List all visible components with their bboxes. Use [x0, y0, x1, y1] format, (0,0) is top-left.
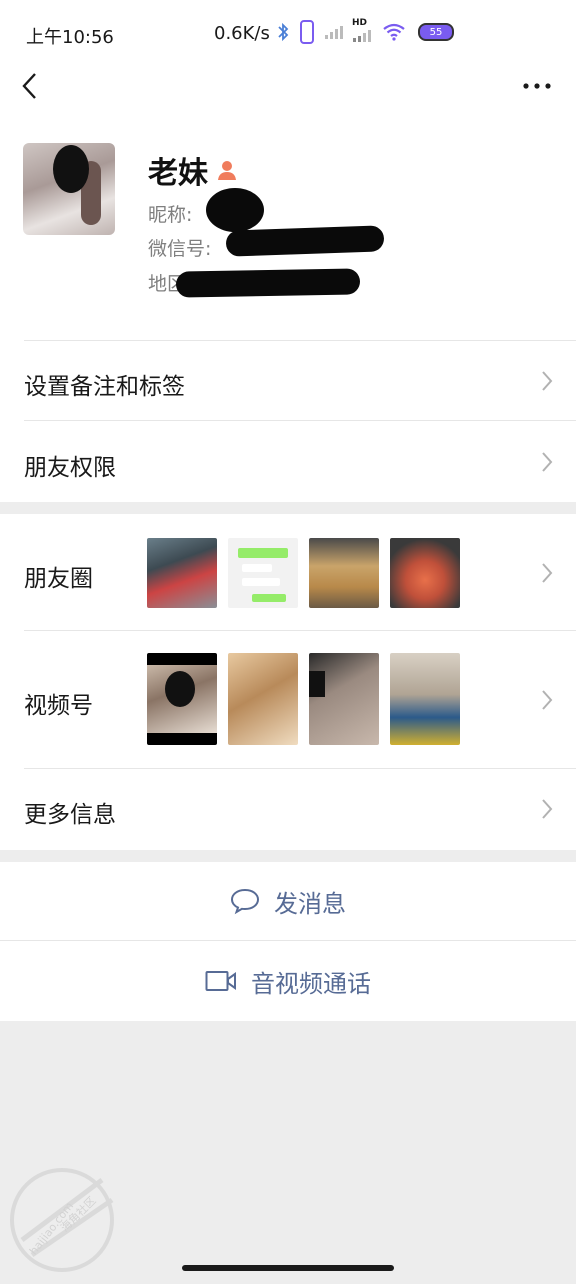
nav-bar [0, 64, 576, 108]
moment-photo [309, 538, 379, 608]
chat-bubble-icon [230, 888, 260, 915]
divider [24, 768, 576, 769]
hd-signal: HD [352, 18, 374, 42]
female-person-icon [218, 161, 236, 180]
video-call-button[interactable]: 音视频通话 [0, 940, 576, 1021]
send-message-button[interactable]: 发消息 [0, 862, 576, 940]
home-indicator[interactable] [182, 1265, 394, 1271]
channel-video-thumbnail [228, 653, 298, 745]
channels-thumbnails [147, 653, 460, 745]
video-camera-icon [205, 971, 236, 991]
divider [24, 340, 576, 341]
divider [24, 630, 576, 631]
divider [24, 420, 576, 421]
menu-item-remark-tags[interactable]: 设置备注和标签 [0, 340, 576, 420]
battery-indicator: 55 [418, 23, 454, 41]
moments-thumbnails [147, 538, 460, 608]
menu-label: 朋友圈 [24, 566, 93, 592]
menu-label: 设置备注和标签 [24, 374, 185, 400]
wechat-id-label: 微信号: [148, 238, 212, 260]
menu-item-channels[interactable]: 视频号 [0, 630, 576, 768]
profile-header: 老妹 昵称: 微信号: 地区 [0, 108, 576, 340]
channel-video-thumbnail [309, 653, 379, 745]
hd-label: HD [352, 18, 368, 28]
chevron-left-icon[interactable] [14, 70, 46, 102]
redaction-mark [206, 188, 264, 232]
contact-name: 老妹 [148, 156, 208, 191]
avatar[interactable] [23, 143, 115, 235]
bluetooth-icon [278, 22, 289, 42]
nickname-label: 昵称: [148, 204, 193, 226]
chevron-right-icon [542, 452, 553, 472]
signal-icon [353, 30, 371, 42]
channel-video-thumbnail [390, 653, 460, 745]
menu-item-moments[interactable]: 朋友圈 [0, 514, 576, 630]
chevron-right-icon [542, 371, 553, 391]
chevron-right-icon [542, 690, 553, 710]
divider [0, 940, 576, 941]
status-bar: 上午10:56 0.6K/s HD 55 [0, 0, 576, 64]
status-icons: HD 55 [276, 18, 454, 44]
vibrate-icon [300, 20, 314, 44]
moment-photo [228, 538, 298, 608]
moment-photo [147, 538, 217, 608]
send-message-label: 发消息 [274, 889, 346, 918]
redaction-mark [175, 268, 361, 298]
menu-item-more-info[interactable]: 更多信息 [0, 768, 576, 850]
redaction-mark [225, 225, 385, 257]
chevron-right-icon [542, 799, 553, 819]
more-dots-icon[interactable] [522, 74, 552, 98]
network-speed: 0.6K/s [214, 23, 270, 44]
site-watermark: 海角社区 haijiao.com [2, 1160, 122, 1280]
wifi-icon [383, 23, 405, 41]
menu-item-friend-permissions[interactable]: 朋友权限 [0, 420, 576, 502]
video-call-label: 音视频通话 [251, 969, 371, 998]
channel-video-thumbnail [147, 653, 217, 745]
signal-icon [325, 26, 343, 39]
moment-photo [390, 538, 460, 608]
chevron-right-icon [542, 563, 553, 583]
menu-label: 更多信息 [24, 802, 116, 828]
name-row: 老妹 [148, 148, 238, 192]
menu-label: 视频号 [24, 693, 93, 719]
menu-label: 朋友权限 [24, 455, 116, 481]
status-time: 上午10:56 [26, 27, 114, 48]
